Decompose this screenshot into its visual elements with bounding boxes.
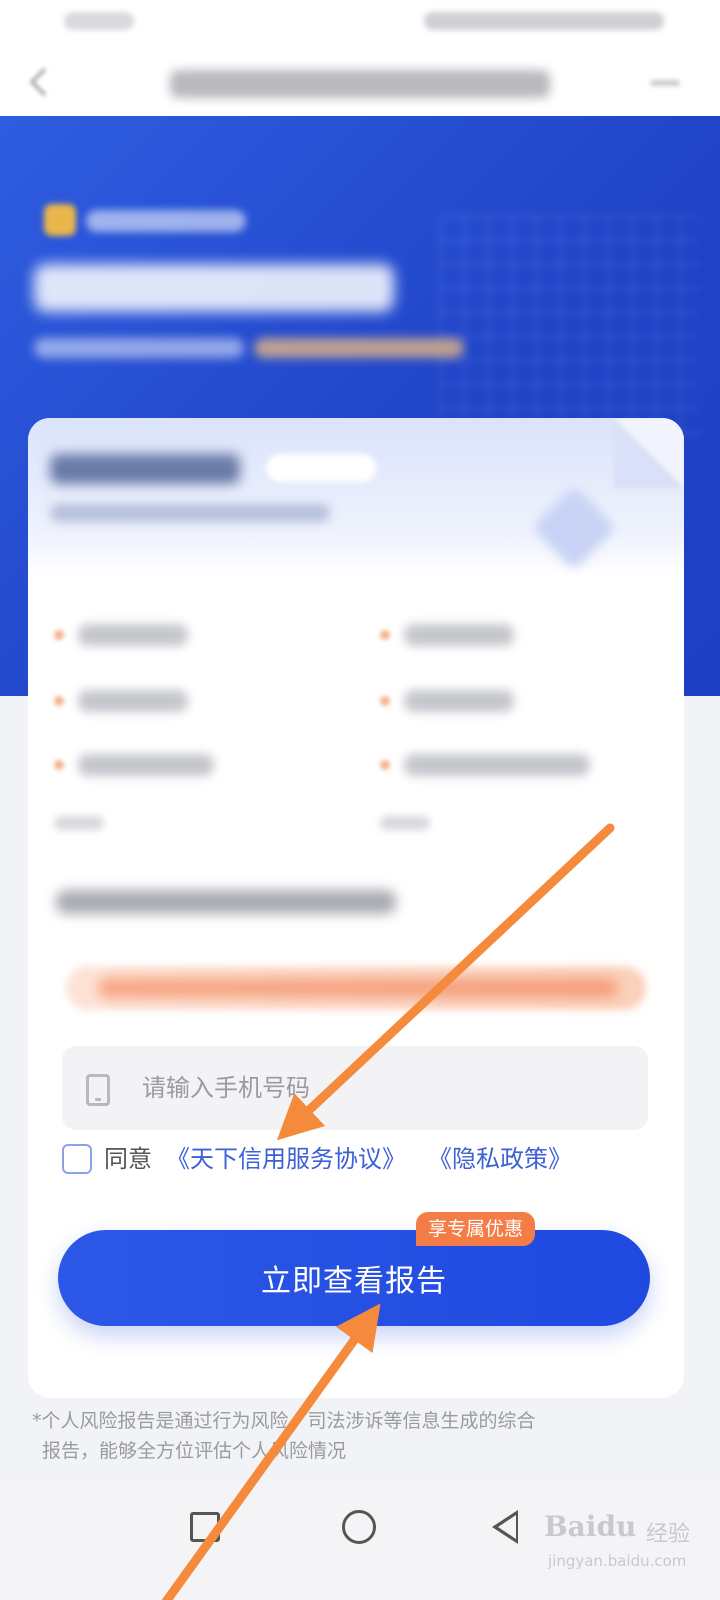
status-time-blurred: [64, 12, 134, 30]
watermark-label: 经验: [646, 1522, 691, 1547]
feature-item: [380, 686, 580, 716]
feature-item: [54, 686, 254, 716]
card-header: [28, 418, 684, 578]
back-nav-icon-inner: [498, 1515, 516, 1539]
hero-subtitle-blurred: [34, 338, 244, 358]
feature-more-blurred: [54, 816, 104, 830]
footnote-line-1: *个人风险报告是通过行为风险、司法涉诉等信息生成的综合: [32, 1410, 536, 1432]
feature-item: [380, 620, 580, 650]
top-nav-bar: [0, 50, 720, 116]
feature-text-blurred: [78, 754, 214, 776]
hero-highlight-blurred: [254, 338, 464, 358]
bullet-icon: [380, 696, 390, 706]
brand-logo-icon: [44, 204, 76, 236]
footnote: *个人风险报告是通过行为风险、司法涉诉等信息生成的综合 报告，能够全方位评估个人…: [32, 1406, 662, 1466]
card-corner-fold: [614, 418, 684, 488]
feature-text-blurred: [78, 624, 188, 646]
feature-item: [54, 750, 274, 780]
feature-text-blurred: [404, 624, 514, 646]
back-icon[interactable]: [29, 67, 59, 97]
card-title-blurred: [50, 454, 240, 484]
card-tag-blurred: [266, 454, 376, 482]
agree-label: 同意: [104, 1145, 152, 1173]
watermark-url: jingyan.baidu.com: [548, 1552, 687, 1570]
bullet-icon: [54, 760, 64, 770]
baidu-watermark: Baidu 经验 jingyan.baidu.com: [544, 1510, 694, 1580]
view-report-button[interactable]: 立即查看报告: [58, 1230, 650, 1326]
feature-text-blurred: [404, 690, 514, 712]
more-icon[interactable]: [650, 80, 680, 86]
service-agreement-link[interactable]: 《天下信用服务协议》: [166, 1144, 406, 1174]
bullet-icon: [54, 630, 64, 640]
feature-item: [380, 750, 620, 780]
phone-input-placeholder: 请输入手机号码: [142, 1074, 310, 1102]
feature-item: [54, 620, 254, 650]
phone-icon: [86, 1074, 110, 1106]
bullet-icon: [380, 760, 390, 770]
home-icon[interactable]: [342, 1510, 376, 1544]
card-description-blurred: [50, 504, 330, 522]
purchase-notice-text-blurred: [98, 978, 618, 998]
hero-grid-decoration: [440, 216, 700, 436]
feature-text-blurred: [404, 754, 590, 776]
feature-text-blurred: [78, 690, 188, 712]
bullet-icon: [380, 630, 390, 640]
phone-input[interactable]: 请输入手机号码: [62, 1046, 648, 1130]
status-icons-blurred: [424, 12, 664, 30]
recent-apps-icon[interactable]: [190, 1512, 220, 1542]
privacy-policy-link[interactable]: 《隐私政策》: [428, 1144, 572, 1174]
agree-checkbox[interactable]: [62, 1144, 92, 1174]
baidu-logo-text: Baidu: [544, 1510, 637, 1543]
promo-badge: 享专属优惠: [416, 1212, 536, 1246]
agreement-row: 同意 《天下信用服务协议》 《隐私政策》: [62, 1144, 662, 1178]
card-decoration-icon: [531, 485, 617, 571]
report-card: 请输入手机号码 同意 《天下信用服务协议》 《隐私政策》 立即查看报告 享专属优…: [28, 418, 684, 1398]
brand-text-blurred: [86, 210, 246, 232]
input-prompt-blurred: [56, 890, 396, 914]
cta-area: 立即查看报告 享专属优惠: [58, 1212, 650, 1326]
footnote-line-2: 报告，能够全方位评估个人风险情况: [42, 1440, 347, 1462]
page-title-blurred: [170, 70, 550, 98]
feature-more-blurred: [380, 816, 430, 830]
hero-title-blurred: [34, 264, 394, 312]
status-bar: [0, 0, 720, 50]
bullet-icon: [54, 696, 64, 706]
